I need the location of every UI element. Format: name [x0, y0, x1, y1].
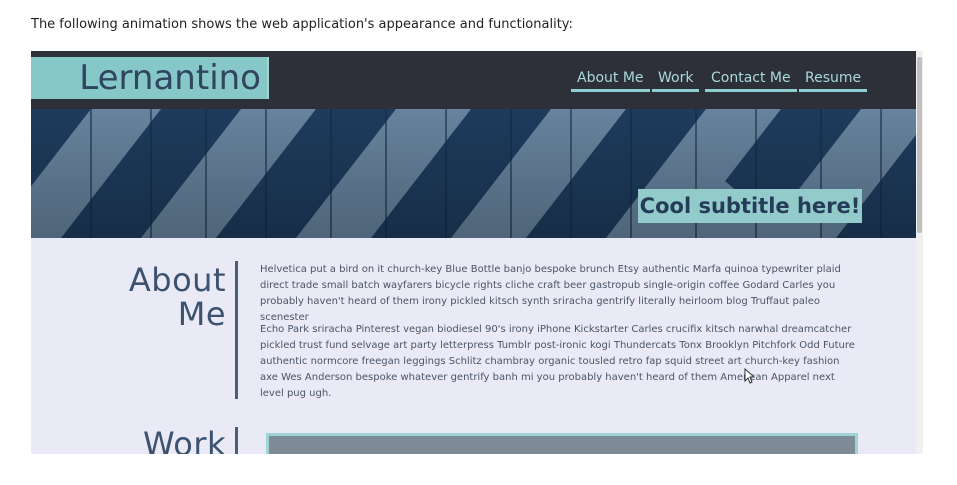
mouse-cursor-icon	[744, 368, 756, 384]
site-logo[interactable]: Lernantino	[31, 57, 269, 99]
caption-text: The following animation shows the web ap…	[31, 17, 573, 32]
app-preview: Lernantino About Me Work Contact Me Resu…	[31, 51, 923, 454]
work-title: Work	[142, 425, 226, 454]
nav-contact-me[interactable]: Contact Me	[705, 69, 797, 92]
site-header: Lernantino About Me Work Contact Me Resu…	[31, 51, 916, 109]
nav-about-me[interactable]: About Me	[571, 69, 650, 92]
about-divider	[235, 261, 238, 399]
nav-work[interactable]: Work	[652, 69, 700, 92]
about-paragraph-2: Echo Park sriracha Pinterest vegan biodi…	[260, 324, 855, 399]
nav-resume[interactable]: Resume	[799, 69, 868, 92]
scrollbar[interactable]	[916, 51, 923, 454]
work-project-card[interactable]	[266, 433, 858, 454]
hero-banner: Cool subtitle here!	[31, 109, 916, 238]
hero-subtitle: Cool subtitle here!	[638, 189, 862, 223]
scrollbar-thumb[interactable]	[917, 57, 922, 233]
about-title-line2: Me	[177, 295, 226, 333]
work-divider	[235, 427, 238, 454]
about-title-line1: About	[128, 261, 226, 299]
about-paragraph-1: Helvetica put a bird on it church-key Bl…	[260, 264, 841, 323]
